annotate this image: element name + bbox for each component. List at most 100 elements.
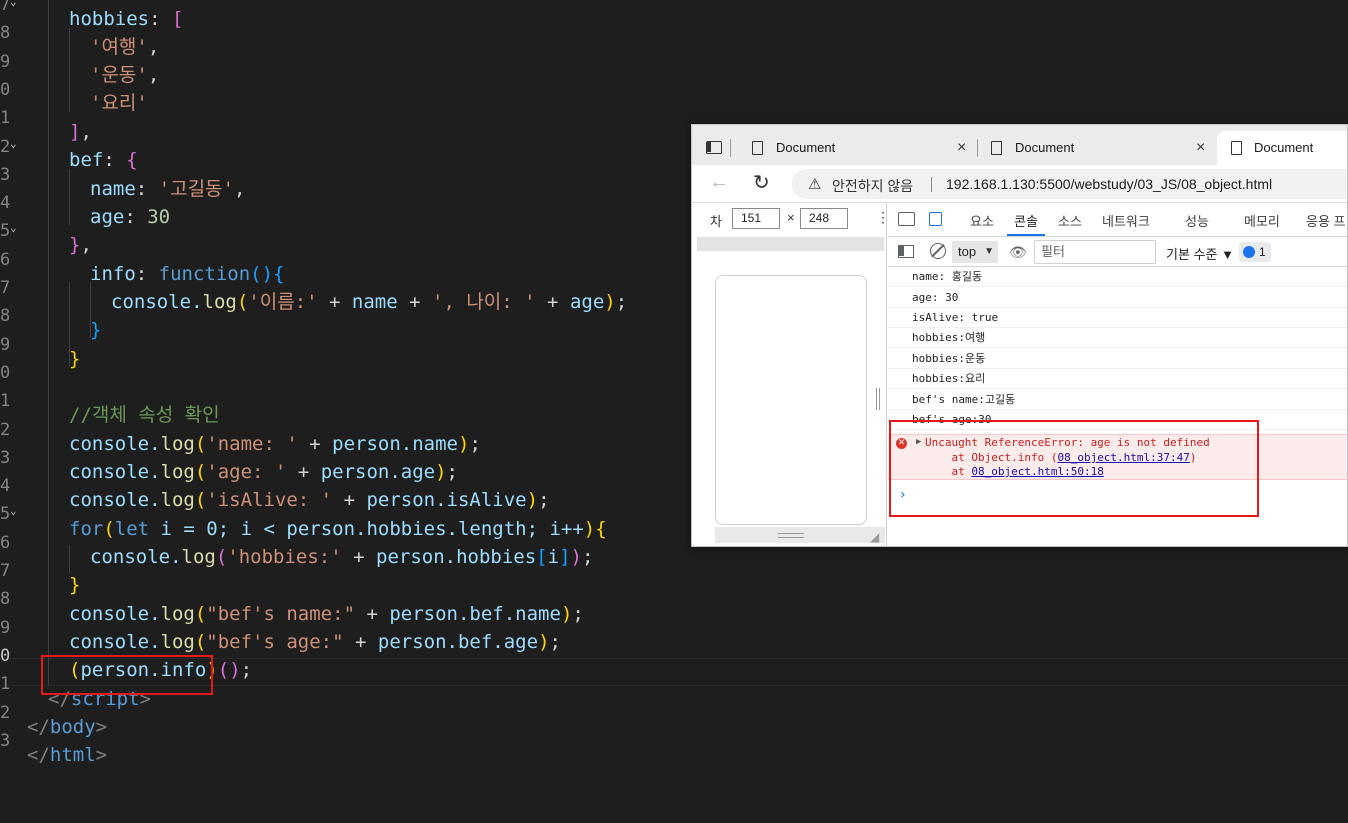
reload-icon[interactable]: ↻ (753, 170, 770, 195)
code-line[interactable]: '운동', (90, 61, 159, 89)
device-height-input[interactable]: 248 (800, 208, 848, 229)
filter-input[interactable]: 필터 (1034, 240, 1156, 264)
code-line[interactable]: console.log('age: ' + person.age); (69, 458, 458, 486)
console-log-row[interactable]: isAlive: true (888, 308, 1347, 328)
tab-title: Document (1254, 140, 1314, 155)
live-expression-eye-icon[interactable]: 👁 (1009, 244, 1027, 261)
identifier: i (547, 546, 560, 568)
corner-resize-handle[interactable]: ◢ (870, 530, 879, 544)
code-line[interactable]: '여행', (90, 33, 159, 61)
back-arrow-icon[interactable]: ← (709, 171, 729, 194)
expression: person.isAlive (366, 489, 527, 511)
code-line[interactable]: console.log("bef's name:" + person.bef.n… (69, 600, 584, 628)
context-selector[interactable]: top ▼ (952, 241, 998, 263)
device-viewport[interactable] (715, 275, 867, 525)
let-keyword: let (114, 518, 150, 540)
string-literal: ', 나이: ' (432, 291, 536, 313)
loop-header: i = 0; i < person.hobbies.length; i++ (149, 518, 584, 540)
tag-name: body (49, 716, 96, 738)
tab-document-1[interactable]: Document × (740, 131, 976, 165)
tab-document-3[interactable]: Document (1217, 131, 1347, 165)
code-line[interactable]: name: '고길동', (90, 175, 245, 203)
inspect-icon[interactable] (898, 212, 915, 226)
code-line[interactable]: console.log('name: ' + person.name); (69, 430, 481, 458)
log-levels-dropdown[interactable]: 기본 수준 ▼ (1166, 244, 1234, 263)
tab-title: Document (776, 140, 836, 155)
indent-guide (69, 545, 70, 573)
devtools-tabbar: 요소 콘솔 소스 네트워크 성능 메모리 응용 프 (888, 203, 1347, 237)
code-line[interactable]: } (69, 345, 80, 373)
code-line[interactable]: '요리' (90, 89, 148, 117)
tab-application[interactable]: 응용 프 (1306, 211, 1346, 230)
issues-badge[interactable]: 1 (1239, 242, 1271, 262)
url-text[interactable]: 192.168.1.130:5500/webstudy/03_JS/08_obj… (946, 176, 1272, 192)
tab-document-2[interactable]: Document × (979, 131, 1215, 165)
code-line[interactable]: </body> (27, 713, 107, 741)
fold-chevron-icon[interactable]: ⌄ (10, 130, 24, 158)
device-width-input[interactable]: 151 (732, 208, 780, 229)
expression: person.age (320, 461, 436, 483)
code-line[interactable]: age: 30 (90, 203, 170, 231)
tab-elements[interactable]: 요소 (970, 211, 994, 230)
code-line[interactable]: } (90, 316, 101, 344)
console-log-row[interactable]: hobbies:요리 (888, 369, 1347, 389)
string-literal: '요리' (90, 92, 148, 114)
active-tab-indicator (1007, 234, 1045, 236)
bracket: ] (69, 121, 81, 143)
tab-memory[interactable]: 메모리 (1244, 211, 1280, 230)
omnibox[interactable]: ⚠ 안전하지 않음 192.168.1.130:5500/webstudy/03… (792, 169, 1347, 199)
code-line[interactable]: </html> (27, 741, 107, 769)
line-number: 7 (0, 561, 11, 581)
device-toggle-icon[interactable] (929, 212, 942, 226)
code-line[interactable]: console.log('isAlive: ' + person.isAlive… (69, 486, 550, 514)
code-line[interactable]: console.log("bef's age:" + person.bef.ag… (69, 628, 561, 656)
expression: person.name (332, 433, 458, 455)
clear-console-icon[interactable] (930, 243, 946, 259)
bottom-resize-handle[interactable] (778, 533, 804, 538)
line-number: 9 (0, 334, 11, 355)
side-resize-handle[interactable] (876, 388, 880, 410)
warning-icon[interactable]: ⚠ (808, 175, 821, 193)
log-function: log (202, 291, 237, 313)
code-line[interactable]: //객체 속성 확인 (69, 401, 220, 429)
fold-chevron-icon[interactable]: ⌄ (10, 497, 24, 525)
line-number: 8 (0, 23, 11, 44)
tab-separator (730, 139, 731, 157)
tab-network[interactable]: 네트워크 (1102, 211, 1150, 230)
media-query-bar[interactable] (697, 237, 884, 251)
line-number: 2 (0, 702, 11, 723)
close-icon[interactable]: × (957, 131, 966, 165)
string-literal: '운동' (90, 64, 148, 86)
console-log-row[interactable]: age: 30 (888, 288, 1347, 308)
operator: + (397, 291, 432, 313)
code-line[interactable]: hobbies: [ (69, 5, 183, 33)
code-line[interactable]: info: function(){ (90, 260, 285, 288)
tab-console[interactable]: 콘솔 (1014, 211, 1038, 230)
code-line[interactable]: } (69, 571, 80, 599)
code-line[interactable]: console.log('hobbies:' + person.hobbies[… (90, 543, 593, 571)
string-literal: 'name: ' (206, 433, 298, 455)
security-status[interactable]: 안전하지 않음 (832, 176, 913, 196)
tab-actions-icon[interactable] (706, 141, 722, 154)
tab-performance[interactable]: 성능 (1185, 211, 1209, 230)
line-number: 9 (0, 617, 11, 638)
console-log-row[interactable]: name: 홍길동 (888, 267, 1347, 287)
tab-sources[interactable]: 소스 (1058, 211, 1082, 230)
close-icon[interactable]: × (1196, 131, 1205, 165)
info-key: info (90, 263, 136, 285)
fold-chevron-icon[interactable]: ⌄ (10, 214, 24, 242)
console-log-row[interactable]: bef's name:고길동 (888, 390, 1347, 410)
console-log-row[interactable]: hobbies:여행 (888, 328, 1347, 348)
line-number: 0 (0, 645, 11, 666)
string-literal: 'age: ' (206, 461, 287, 483)
name-key: name (90, 178, 136, 200)
sidebar-toggle-icon[interactable] (898, 245, 914, 258)
code-line[interactable]: console.log('이름:' + name + ', 나이: ' + ag… (111, 288, 627, 316)
expression: person.bef.age (377, 631, 539, 653)
console-log-row[interactable]: hobbies:운동 (888, 349, 1347, 369)
code-line[interactable]: }, (69, 231, 92, 259)
code-line[interactable]: ], (69, 118, 92, 146)
code-line[interactable]: for(let i = 0; i < person.hobbies.length… (69, 515, 607, 543)
fold-chevron-icon[interactable]: ⌄ (10, 0, 24, 16)
code-line[interactable]: bef: { (69, 146, 138, 174)
